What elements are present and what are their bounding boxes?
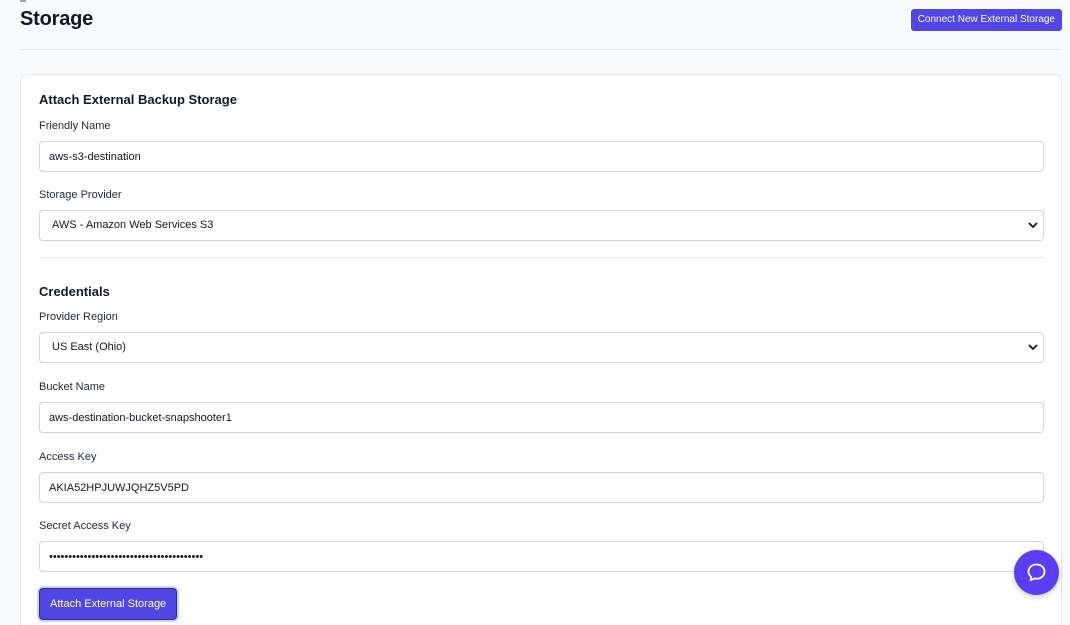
chevron-down-icon	[1028, 344, 1038, 350]
chat-bubble-icon	[1027, 563, 1046, 582]
page-header: Storage Connect New External Storage	[20, 0, 1062, 50]
access-key-input[interactable]	[39, 472, 1044, 503]
friendly-name-input[interactable]	[39, 141, 1044, 172]
provider-region-selected-value: US East (Ohio)	[52, 341, 126, 353]
secret-access-key-input[interactable]	[39, 541, 1044, 572]
provider-region-label: Provider Region	[39, 311, 118, 323]
section-divider	[39, 257, 1044, 258]
section-title-attach-storage: Attach External Backup Storage	[39, 92, 237, 107]
storage-provider-selected-value: AWS - Amazon Web Services S3	[52, 219, 214, 231]
storage-provider-label: Storage Provider	[39, 189, 122, 201]
page-title: Storage	[20, 8, 94, 30]
secret-access-key-label: Secret Access Key	[39, 520, 131, 532]
attach-storage-card: Attach External Backup Storage Friendly …	[20, 74, 1062, 625]
access-key-label: Access Key	[39, 451, 97, 463]
connect-new-external-storage-button[interactable]: Connect New External Storage	[910, 9, 1062, 31]
friendly-name-label: Friendly Name	[39, 120, 111, 132]
section-title-credentials: Credentials	[39, 284, 110, 299]
storage-provider-select[interactable]: AWS - Amazon Web Services S3	[39, 210, 1044, 241]
attach-external-storage-button[interactable]: Attach External Storage	[39, 588, 178, 620]
top-edge-mark	[20, 0, 26, 2]
bucket-name-label: Bucket Name	[39, 381, 106, 393]
provider-region-select[interactable]: US East (Ohio)	[39, 332, 1044, 363]
chevron-down-icon	[1028, 222, 1038, 228]
bucket-name-input[interactable]	[39, 402, 1044, 433]
chat-launcher-button[interactable]	[1014, 550, 1059, 595]
